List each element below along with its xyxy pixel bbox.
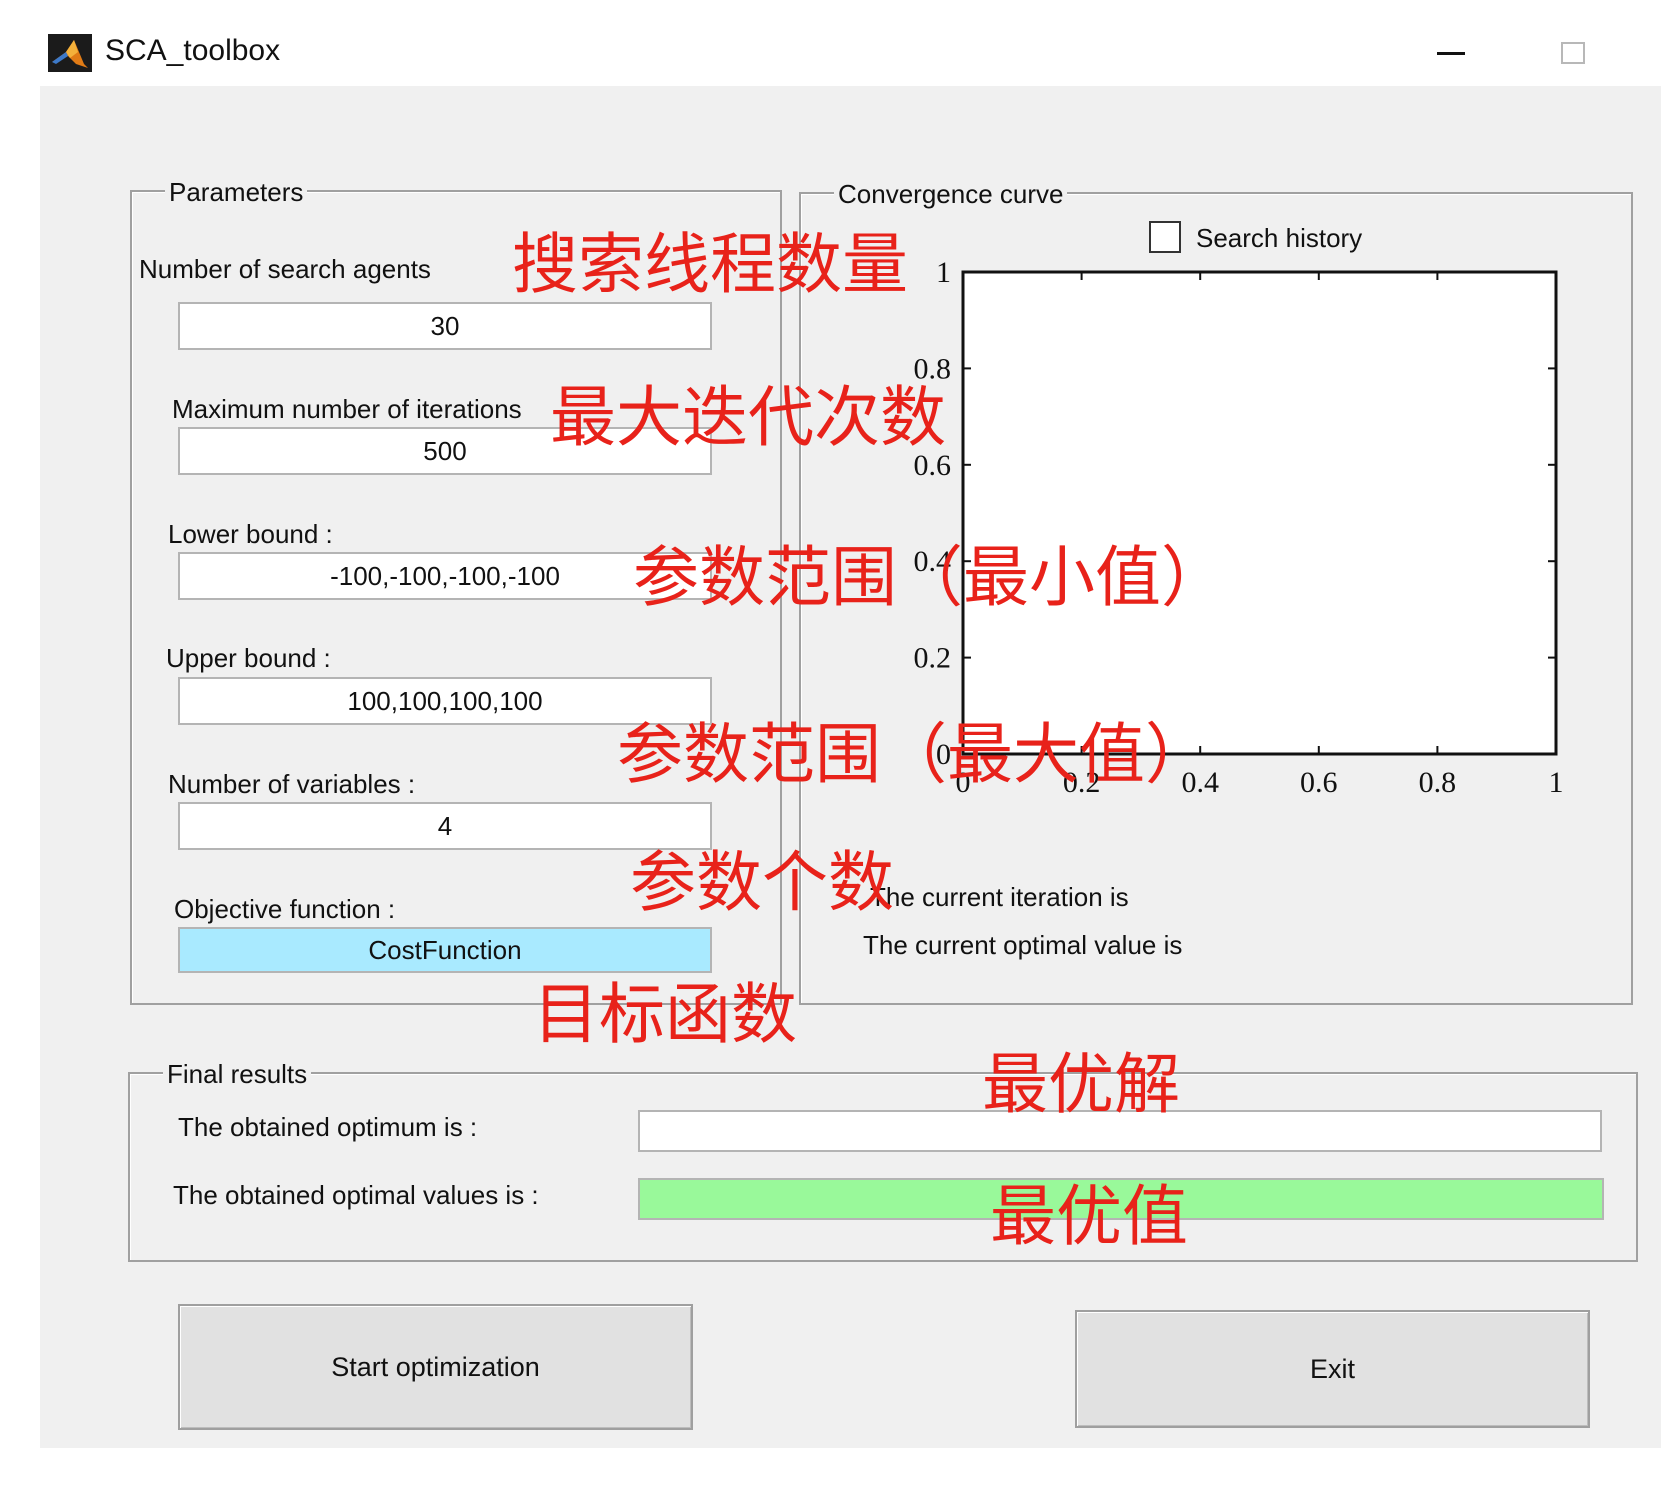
x-tick-label: 0.8 bbox=[1419, 766, 1457, 799]
annotation-variables: 参数个数 bbox=[630, 844, 894, 921]
plot-area bbox=[961, 270, 1558, 756]
optimum-label: The obtained optimum is : bbox=[178, 1112, 478, 1142]
y-tick-label: 0.2 bbox=[914, 642, 952, 675]
annotation-optimal-values: 最优值 bbox=[990, 1178, 1188, 1255]
y-tick-label: 1 bbox=[936, 256, 951, 289]
x-tick-label: 1 bbox=[1549, 766, 1564, 799]
current-value-label: The current optimal value is bbox=[863, 930, 1183, 960]
annotation-upper-bound: 参数范围（最大值） bbox=[617, 716, 1211, 793]
annotation-optimum: 最优解 bbox=[982, 1046, 1180, 1123]
final-results-panel-title: Final results bbox=[163, 1059, 312, 1090]
optimal-values-label: The obtained optimal values is : bbox=[173, 1180, 539, 1210]
annotation-lower-bound: 参数范围（最小值） bbox=[633, 539, 1227, 616]
annotation-objective: 目标函数 bbox=[533, 976, 797, 1053]
current-iteration-label: The current iteration is bbox=[870, 882, 1129, 912]
exit-button[interactable]: Exit bbox=[1075, 1310, 1590, 1428]
x-tick-label: 0.6 bbox=[1300, 766, 1338, 799]
start-optimization-button[interactable]: Start optimization bbox=[178, 1304, 693, 1430]
final-results-panel: Final results bbox=[128, 1059, 1638, 1262]
annotation-iterations: 最大迭代次数 bbox=[550, 379, 946, 456]
annotation-agents: 搜索线程数量 bbox=[512, 226, 908, 303]
